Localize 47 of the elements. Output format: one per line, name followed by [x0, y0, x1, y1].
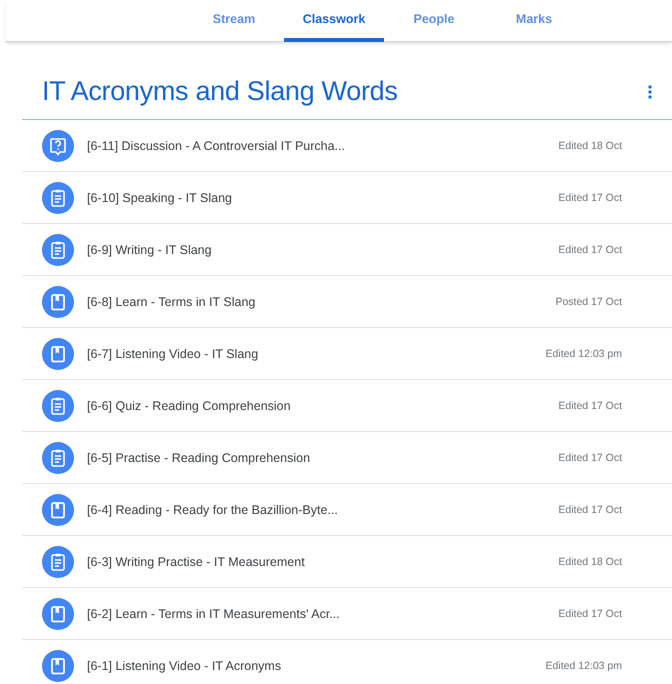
bookmark-page-icon: [42, 286, 74, 318]
classwork-item[interactable]: [6-8] Learn - Terms in IT Slang Posted 17 Oct: [22, 276, 672, 328]
clipboard-icon: [42, 546, 74, 578]
more-options-icon[interactable]: [646, 82, 654, 100]
item-date: Edited 12:03 pm: [546, 348, 622, 360]
classwork-item[interactable]: [6-3] Writing Practise - IT Measurement Edited 18 Oct: [22, 536, 672, 588]
item-title: [6-9] Writing - IT Slang: [87, 242, 213, 256]
item-title: [6-10] Speaking - IT Slang: [87, 190, 233, 204]
item-date: Edited 17 Oct: [558, 504, 622, 516]
item-date: Edited 17 Oct: [558, 608, 622, 620]
item-title: [6-7] Listening Video - IT Slang: [87, 346, 260, 360]
item-date: Edited 18 Oct: [558, 140, 622, 152]
item-title: [6-8] Learn - Terms in IT Slang: [87, 294, 256, 308]
classwork-item[interactable]: [6-10] Speaking - IT Slang Edited 17 Oct: [22, 172, 672, 224]
clipboard-icon: [42, 234, 74, 266]
item-title: [6-1] Listening Video - IT Acronyms: [87, 658, 282, 672]
item-date: Posted 17 Oct: [555, 296, 622, 308]
classwork-item[interactable]: [6-2] Learn - Terms in IT Measurements' Acr... Edited 17 Oct: [22, 588, 672, 640]
bookmark-page-icon: [42, 338, 74, 370]
item-title: [6-5] Practise - Reading Comprehension: [87, 450, 312, 464]
item-title: [6-11] Discussion - A Controversial IT Purcha...: [87, 138, 346, 152]
item-date: Edited 17 Oct: [558, 244, 622, 256]
classwork-item[interactable]: [6-4] Reading - Ready for the Bazillion-Byte... Edited 17 Oct: [22, 484, 672, 536]
classwork-item[interactable]: [6-5] Practise - Reading Comprehension Edited 17 Oct: [22, 432, 672, 484]
topic-title: IT Acronyms and Slang Words: [42, 76, 398, 107]
clipboard-icon: [42, 182, 74, 214]
item-title: [6-2] Learn - Terms in IT Measurements' Acr...: [87, 606, 341, 620]
classwork-item[interactable]: [6-7] Listening Video - IT Slang Edited 12:03 pm: [22, 328, 672, 380]
clipboard-icon: [42, 442, 74, 474]
classwork-item[interactable]: [6-6] Quiz - Reading Comprehension Edited 17 Oct: [22, 380, 672, 432]
item-title: [6-4] Reading - Ready for the Bazillion-Byte...: [87, 502, 339, 516]
bookmark-page-icon: [42, 650, 74, 682]
question-icon: [42, 130, 74, 162]
bookmark-page-icon: [42, 494, 74, 526]
item-date: Edited 17 Oct: [558, 192, 622, 204]
classwork-item[interactable]: [6-9] Writing - IT Slang Edited 17 Oct: [22, 224, 672, 276]
item-title: [6-6] Quiz - Reading Comprehension: [87, 398, 292, 412]
item-title: [6-3] Writing Practise - IT Measurement: [87, 554, 306, 568]
classwork-item[interactable]: [6-1] Listening Video - IT Acronyms Edited 12:03 pm: [22, 640, 672, 684]
item-date: Edited 17 Oct: [558, 400, 622, 412]
bookmark-page-icon: [42, 598, 74, 630]
item-date: Edited 18 Oct: [558, 556, 622, 568]
item-date: Edited 12:03 pm: [546, 660, 622, 672]
tab[interactable]: Classwork: [284, 0, 384, 42]
item-date: Edited 17 Oct: [558, 452, 622, 464]
classwork-item[interactable]: [6-11] Discussion - A Controversial IT Purcha... Edited 18 Oct: [22, 120, 672, 172]
clipboard-icon: [42, 390, 74, 422]
